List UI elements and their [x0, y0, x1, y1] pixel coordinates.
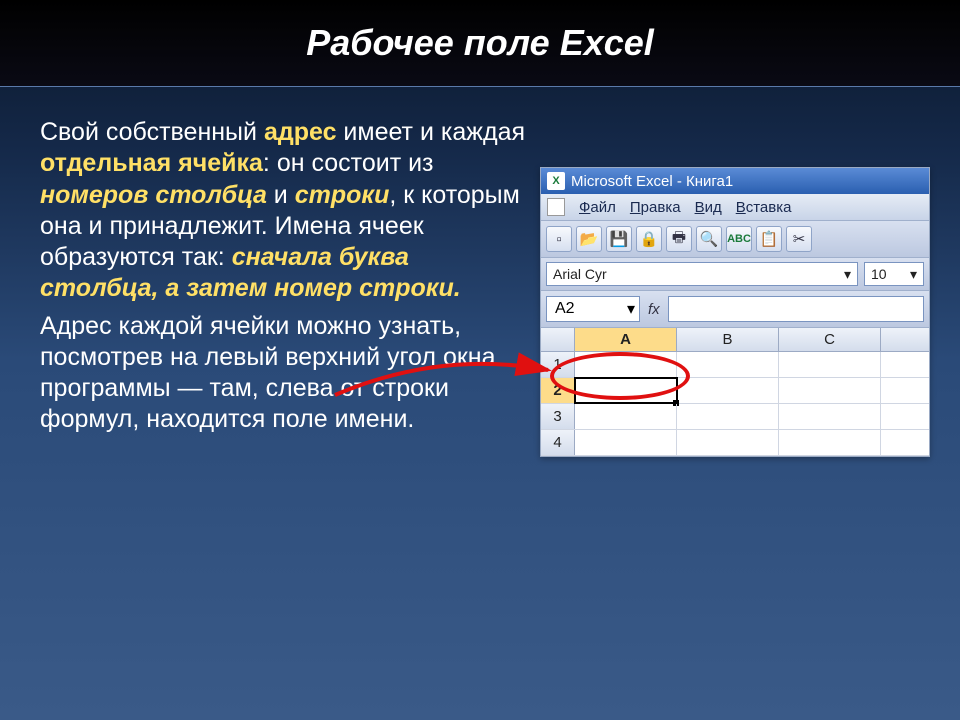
font-name-select[interactable]: Arial Cyr ▾ [546, 262, 858, 286]
row-header-2[interactable]: 2 [541, 378, 575, 403]
cell-b2[interactable] [677, 378, 779, 403]
excel-app-icon: X [547, 172, 565, 190]
row-header-1[interactable]: 1 [541, 352, 575, 377]
excel-title-text: Microsoft Excel - Книга1 [571, 173, 733, 190]
name-box-value: A2 [555, 300, 575, 318]
open-icon[interactable]: 📂 [576, 226, 602, 252]
excel-window: X Microsoft Excel - Книга1 Файл Правка В… [540, 167, 930, 457]
cell-a4[interactable] [575, 430, 677, 455]
row-1: 1 [541, 352, 929, 378]
research-icon[interactable]: 📋 [756, 226, 782, 252]
column-header-a[interactable]: A [575, 328, 677, 351]
cell-c1[interactable] [779, 352, 881, 377]
row-2: 2 [541, 378, 929, 404]
menu-edit[interactable]: Правка [630, 199, 681, 216]
chevron-down-icon: ▾ [844, 266, 851, 283]
cell-c4[interactable] [779, 430, 881, 455]
save-icon[interactable]: 💾 [606, 226, 632, 252]
paragraph-2: Адрес каждой ячейки можно узнать, посмот… [40, 311, 530, 436]
highlight-address: адрес [264, 118, 337, 146]
fx-icon[interactable]: fx [648, 301, 660, 318]
row-4: 4 [541, 430, 929, 456]
print-icon[interactable]: 🖶 [666, 226, 692, 252]
new-icon[interactable]: ▫ [546, 226, 572, 252]
cell-c3[interactable] [779, 404, 881, 429]
excel-titlebar: X Microsoft Excel - Книга1 [541, 168, 929, 194]
formula-bar: A2 ▾ fx [541, 291, 929, 328]
menu-view[interactable]: Вид [695, 199, 722, 216]
cut-icon[interactable]: ✂ [786, 226, 812, 252]
cell-b1[interactable] [677, 352, 779, 377]
formatting-toolbar: Arial Cyr ▾ 10 ▾ [541, 258, 929, 291]
explanation-text: Свой собственный адрес имеет и каждая от… [40, 117, 530, 457]
worksheet-grid: A B C 1 2 3 4 [541, 328, 929, 456]
formula-input[interactable] [668, 296, 924, 322]
preview-icon[interactable]: 🔍 [696, 226, 722, 252]
menu-insert[interactable]: Вставка [736, 199, 792, 216]
chevron-down-icon: ▾ [910, 266, 917, 283]
highlight-column-number: номеров столбца [40, 181, 267, 209]
column-header-c[interactable]: C [779, 328, 881, 351]
menu-file[interactable]: Файл [579, 199, 616, 216]
menu-bar: Файл Правка Вид Вставка [541, 194, 929, 221]
font-name-value: Arial Cyr [553, 266, 607, 282]
column-header-row: A B C [541, 328, 929, 352]
cell-b3[interactable] [677, 404, 779, 429]
paragraph-1: Свой собственный адрес имеет и каждая от… [40, 117, 530, 305]
cell-a1[interactable] [575, 352, 677, 377]
highlight-cell: отдельная ячейка [40, 149, 263, 177]
row-3: 3 [541, 404, 929, 430]
spelling-icon[interactable]: ABC [726, 226, 752, 252]
chevron-down-icon: ▾ [627, 299, 635, 319]
highlight-row: строки [295, 181, 390, 209]
standard-toolbar: ▫ 📂 💾 🔒 🖶 🔍 ABC 📋 ✂ [541, 221, 929, 258]
row-header-4[interactable]: 4 [541, 430, 575, 455]
slide-title: Рабочее поле Excel [0, 0, 960, 87]
name-box[interactable]: A2 ▾ [546, 296, 640, 322]
select-all-corner[interactable] [541, 328, 575, 351]
row-header-3[interactable]: 3 [541, 404, 575, 429]
permission-icon[interactable]: 🔒 [636, 226, 662, 252]
cell-a2[interactable] [575, 378, 677, 403]
document-icon [547, 198, 565, 216]
cell-a3[interactable] [575, 404, 677, 429]
font-size-select[interactable]: 10 ▾ [864, 262, 924, 286]
column-header-b[interactable]: B [677, 328, 779, 351]
cell-b4[interactable] [677, 430, 779, 455]
content-area: Свой собственный адрес имеет и каждая от… [0, 87, 960, 487]
font-size-value: 10 [871, 266, 887, 282]
cell-c2[interactable] [779, 378, 881, 403]
